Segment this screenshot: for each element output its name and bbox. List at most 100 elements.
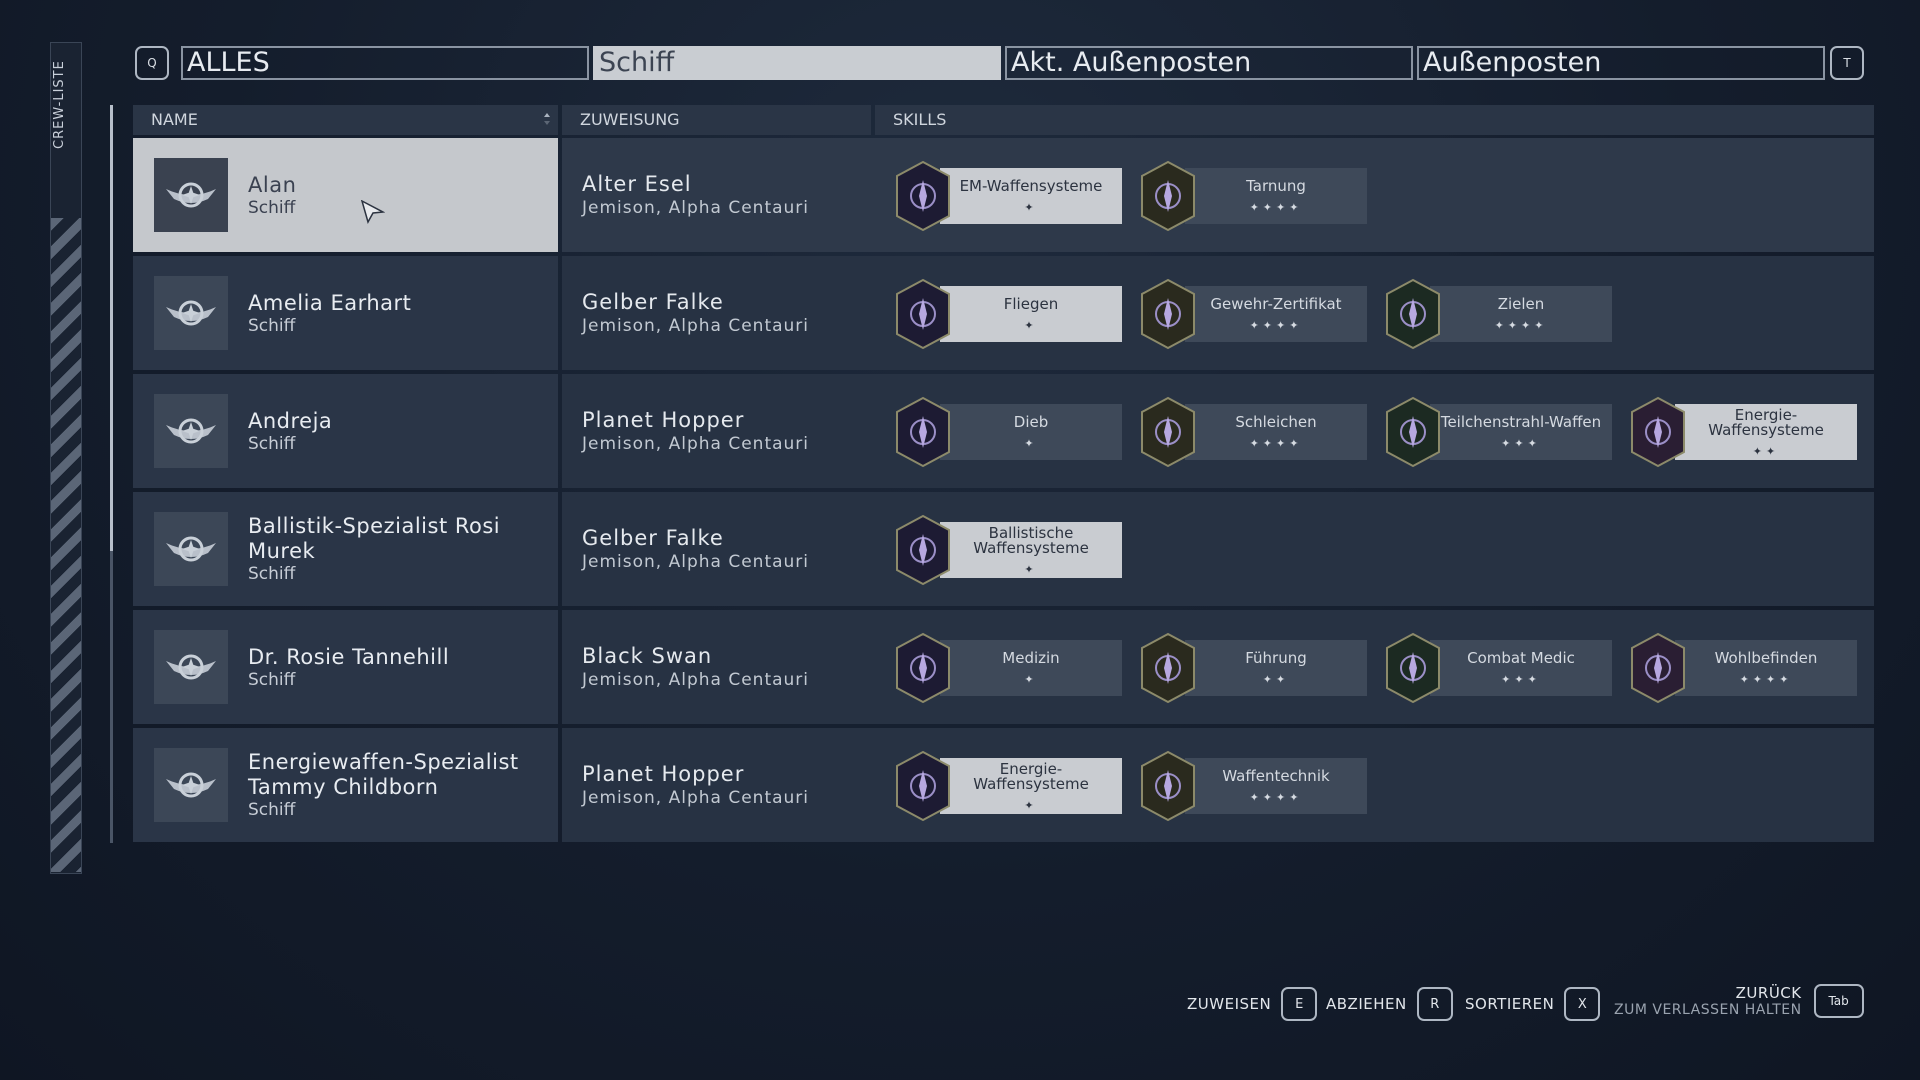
- skill-name: Energie-Waffensysteme: [973, 759, 1089, 793]
- tab-alles[interactable]: ALLES: [181, 46, 589, 80]
- piloting-icon: [896, 278, 950, 350]
- skill-plate: Dieb ✦: [940, 404, 1122, 460]
- skill-plate: Energie-Waffensysteme ✦: [940, 758, 1122, 814]
- skill-badge[interactable]: Energie-Waffensysteme ✦: [894, 750, 1122, 822]
- skill-badge[interactable]: Wohlbefinden ✦✦✦✦: [1629, 632, 1857, 704]
- ship-name: Planet Hopper: [582, 408, 745, 432]
- crew-name-cell[interactable]: Alan Schiff: [133, 138, 558, 252]
- sneak-icon: [1141, 396, 1195, 468]
- back-hint: ZUM VERLASSEN HALTEN: [1614, 1002, 1802, 1018]
- skill-name: Teilchenstrahl-Waffen: [1440, 413, 1602, 431]
- assign-key[interactable]: E: [1281, 987, 1318, 1021]
- ballistic-weapons-icon: [896, 514, 950, 586]
- skill-badge[interactable]: Waffentechnik ✦✦✦✦: [1139, 750, 1367, 822]
- remove-label: ABZIEHEN: [1326, 995, 1407, 1013]
- crew-name-cell[interactable]: Energiewaffen-Spezialist Tammy Childborn…: [133, 728, 558, 842]
- crew-assignment-type: Schiff: [248, 433, 296, 454]
- crew-row[interactable]: Andreja Schiff Planet Hopper Jemison, Al…: [133, 374, 1874, 488]
- skill-badge[interactable]: Ballistische Waffensysteme ✦: [894, 514, 1122, 586]
- sort-key[interactable]: X: [1564, 987, 1601, 1021]
- skill-badge[interactable]: Dieb ✦: [894, 396, 1122, 468]
- crew-name: Alan: [248, 172, 297, 197]
- skill-rank: ✦✦✦✦: [1494, 319, 1548, 332]
- skill-badge[interactable]: Schleichen ✦✦✦✦: [1139, 396, 1367, 468]
- stealth-icon: [1141, 160, 1195, 232]
- remove-key[interactable]: R: [1416, 987, 1453, 1021]
- prev-tab-key[interactable]: Q: [135, 46, 169, 80]
- tab-akt-aussenposten[interactable]: Akt. Außenposten: [1005, 46, 1413, 80]
- wellness-icon: [1631, 632, 1685, 704]
- column-header-skills[interactable]: SKILLS: [875, 105, 1874, 135]
- next-tab-key[interactable]: T: [1830, 46, 1864, 80]
- skill-badge[interactable]: Tarnung ✦✦✦✦: [1139, 160, 1367, 232]
- skill-rank: ✦: [1024, 437, 1038, 450]
- skill-plate: Schleichen ✦✦✦✦: [1185, 404, 1367, 460]
- skill-badge[interactable]: Fliegen ✦: [894, 278, 1122, 350]
- skill-rank: ✦✦✦: [1501, 673, 1541, 686]
- ship-name: Black Swan: [582, 644, 713, 668]
- skill-rank: ✦: [1024, 201, 1038, 214]
- skill-name: Energie-Waffensysteme: [1708, 405, 1824, 439]
- footer-sort[interactable]: SORTIEREN X: [1465, 986, 1601, 1022]
- crew-name-cell[interactable]: Ballistik-Spezialist Rosi Murek Schiff: [133, 492, 558, 606]
- crew-emblem-icon: [166, 418, 216, 444]
- crew-assignment-type: Schiff: [248, 564, 296, 584]
- skill-plate: Ballistische Waffensysteme ✦: [940, 522, 1122, 578]
- skill-name: Ballistische Waffensysteme: [973, 523, 1089, 557]
- skill-badge[interactable]: Gewehr-Zertifikat ✦✦✦✦: [1139, 278, 1367, 350]
- column-header-name[interactable]: NAME: [133, 105, 558, 135]
- skill-name: Medizin: [1002, 649, 1060, 667]
- em-weapons-icon: [896, 160, 950, 232]
- thief-icon: [896, 396, 950, 468]
- crew-name-cell[interactable]: Andreja Schiff: [133, 374, 558, 488]
- mouse-cursor-icon: [361, 200, 385, 224]
- skill-rank: ✦✦✦✦: [1739, 673, 1793, 686]
- tab-schiff[interactable]: Schiff: [593, 46, 1001, 80]
- skill-badge[interactable]: Teilchenstrahl-Waffen ✦✦✦: [1384, 396, 1612, 468]
- column-header-assignment-label: ZUWEISUNG: [580, 110, 680, 129]
- skill-rank: ✦✦✦✦: [1249, 319, 1303, 332]
- crew-name-cell[interactable]: Amelia Earhart Schiff: [133, 256, 558, 370]
- footer-assign[interactable]: ZUWEISEN E: [1187, 986, 1318, 1022]
- skill-badge[interactable]: Medizin ✦: [894, 632, 1122, 704]
- skill-name: Schleichen: [1235, 413, 1317, 431]
- skill-plate: Wohlbefinden ✦✦✦✦: [1675, 640, 1857, 696]
- skill-badge[interactable]: Energie-Waffensysteme ✦✦: [1629, 396, 1857, 468]
- skill-plate: Medizin ✦: [940, 640, 1122, 696]
- energy-weapons-icon: [1631, 396, 1685, 468]
- skill-plate: Gewehr-Zertifikat ✦✦✦✦: [1185, 286, 1367, 342]
- ship-name: Gelber Falke: [582, 290, 724, 314]
- tab-aussenposten[interactable]: Außenposten: [1417, 46, 1825, 80]
- crew-row[interactable]: Energiewaffen-Spezialist Tammy Childborn…: [133, 728, 1874, 842]
- crew-row[interactable]: Dr. Rosie Tannehill Schiff Black Swan Je…: [133, 610, 1874, 724]
- column-header-assignment[interactable]: ZUWEISUNG: [562, 105, 871, 135]
- skill-rank: ✦✦✦✦: [1249, 437, 1303, 450]
- crew-row[interactable]: Ballistik-Spezialist Rosi Murek Schiff G…: [133, 492, 1874, 606]
- skill-badge[interactable]: EM-Waffensysteme ✦: [894, 160, 1122, 232]
- skill-rank: ✦✦✦: [1501, 437, 1541, 450]
- crew-name: Andreja: [248, 408, 333, 433]
- crew-emblem-icon: [166, 182, 216, 208]
- leadership-icon: [1141, 632, 1195, 704]
- footer-remove[interactable]: ABZIEHEN R: [1326, 986, 1453, 1022]
- skill-name: Waffentechnik: [1222, 767, 1330, 785]
- footer-back[interactable]: ZURÜCK ZUM VERLASSEN HALTEN Tab: [1614, 983, 1864, 1019]
- avatar: [154, 512, 228, 586]
- rifle-cert-icon: [1141, 278, 1195, 350]
- scrollbar-track[interactable]: [110, 551, 113, 843]
- crew-row[interactable]: Amelia Earhart Schiff Gelber Falke Jemis…: [133, 256, 1874, 370]
- skill-name: Wohlbefinden: [1714, 649, 1818, 667]
- skill-name: Tarnung: [1246, 177, 1306, 195]
- skill-badge[interactable]: Zielen ✦✦✦✦: [1384, 278, 1612, 350]
- crew-row[interactable]: Alan Schiff Alter Esel Jemison, Alpha Ce…: [133, 138, 1874, 252]
- skill-plate: Waffentechnik ✦✦✦✦: [1185, 758, 1367, 814]
- crew-name: Energiewaffen-Spezialist Tammy Childborn: [248, 750, 519, 799]
- crew-name-cell[interactable]: Dr. Rosie Tannehill Schiff: [133, 610, 558, 724]
- skill-badge[interactable]: Combat Medic ✦✦✦: [1384, 632, 1612, 704]
- energy-weapons-icon: [896, 750, 950, 822]
- skill-name: Gewehr-Zertifikat: [1210, 295, 1342, 313]
- skill-name: Führung: [1245, 649, 1307, 667]
- scrollbar-thumb[interactable]: [110, 105, 113, 551]
- back-key[interactable]: Tab: [1813, 984, 1864, 1018]
- skill-badge[interactable]: Führung ✦✦: [1139, 632, 1367, 704]
